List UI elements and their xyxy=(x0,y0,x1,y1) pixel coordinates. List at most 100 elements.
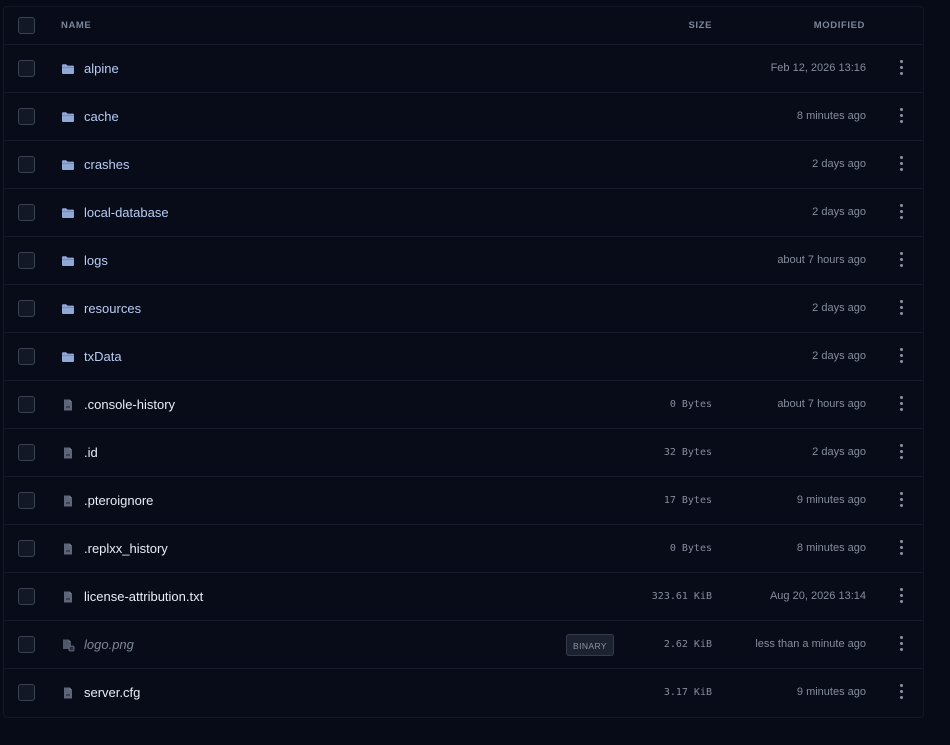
menu-dot xyxy=(900,252,903,255)
file-row[interactable]: .replxx_history 0 Bytes 8 minutes ago xyxy=(4,525,923,573)
file-size: 2.62 KiB xyxy=(663,639,712,650)
menu-dot xyxy=(900,258,903,261)
file-row[interactable]: local-database 2 days ago xyxy=(4,189,923,237)
file-row[interactable]: txData 2 days ago xyxy=(4,333,923,381)
row-checkbox[interactable] xyxy=(18,588,35,605)
file-row[interactable]: .console-history 0 Bytes about 7 hours ago xyxy=(4,381,923,429)
file-name-link[interactable]: server.cfg xyxy=(84,685,140,700)
menu-dot xyxy=(900,204,903,207)
more-options-icon[interactable] xyxy=(893,585,909,605)
select-all-checkbox[interactable] xyxy=(18,17,35,34)
more-options-icon[interactable] xyxy=(893,57,909,77)
folder-name-link[interactable]: cache xyxy=(84,109,119,124)
file-name-link[interactable]: .pteroignore xyxy=(84,493,153,508)
file-row[interactable]: license-attribution.txt 323.61 KiB Aug 20,… xyxy=(4,573,923,621)
folder-name-link[interactable]: resources xyxy=(84,301,141,316)
more-options-icon[interactable] xyxy=(893,105,909,125)
menu-dot xyxy=(900,60,903,63)
more-options-icon[interactable] xyxy=(893,201,909,221)
size-column-header[interactable]: SIZE xyxy=(688,20,712,31)
menu-dot xyxy=(900,108,903,111)
file-row[interactable]: alpine Feb 12, 2026 13:16 xyxy=(4,45,923,93)
more-options-icon[interactable] xyxy=(893,489,909,509)
more-options-icon[interactable] xyxy=(893,345,909,365)
menu-dot xyxy=(900,408,903,411)
file-name-link[interactable]: .console-history xyxy=(84,397,175,412)
row-checkbox[interactable] xyxy=(18,348,35,365)
menu-dot xyxy=(900,648,903,651)
folder-icon xyxy=(61,254,75,268)
file-icon xyxy=(61,542,75,556)
row-checkbox[interactable] xyxy=(18,300,35,317)
more-options-icon[interactable] xyxy=(893,441,909,461)
menu-dot xyxy=(900,696,903,699)
menu-dot xyxy=(900,396,903,399)
more-options-icon[interactable] xyxy=(893,249,909,269)
file-name-link[interactable]: .replxx_history xyxy=(84,541,168,556)
modified-date: 2 days ago xyxy=(812,446,866,458)
table-header: NAME SIZE MODIFIED xyxy=(4,7,923,45)
row-checkbox[interactable] xyxy=(18,444,35,461)
file-table: NAME SIZE MODIFIED alpine Feb 12, 2026 13… xyxy=(3,6,924,718)
menu-dot xyxy=(900,642,903,645)
row-checkbox[interactable] xyxy=(18,492,35,509)
menu-dot xyxy=(900,72,903,75)
row-checkbox[interactable] xyxy=(18,108,35,125)
folder-name-link[interactable]: txData xyxy=(84,349,122,364)
file-row[interactable]: server.cfg 3.17 KiB 9 minutes ago xyxy=(4,669,923,717)
file-row[interactable]: crashes 2 days ago xyxy=(4,141,923,189)
menu-dot xyxy=(900,450,903,453)
modified-date: Feb 12, 2026 13:16 xyxy=(770,62,866,74)
file-row[interactable]: logs about 7 hours ago xyxy=(4,237,923,285)
more-options-icon[interactable] xyxy=(893,153,909,173)
menu-dot xyxy=(900,690,903,693)
more-options-icon[interactable] xyxy=(893,633,909,653)
menu-dot xyxy=(900,588,903,591)
menu-dot xyxy=(900,546,903,549)
name-column-header[interactable]: NAME xyxy=(61,20,91,31)
row-checkbox[interactable] xyxy=(18,636,35,653)
folder-name-link[interactable]: local-database xyxy=(84,205,169,220)
file-size: 17 Bytes xyxy=(663,495,712,506)
row-checkbox[interactable] xyxy=(18,252,35,269)
file-size: 32 Bytes xyxy=(663,447,712,458)
menu-dot xyxy=(900,348,903,351)
more-options-icon[interactable] xyxy=(893,681,909,701)
menu-dot xyxy=(900,354,903,357)
folder-name-link[interactable]: alpine xyxy=(84,61,119,76)
file-name-link[interactable]: logo.png xyxy=(84,637,134,652)
menu-dot xyxy=(900,162,903,165)
more-options-icon[interactable] xyxy=(893,537,909,557)
file-row[interactable]: logo.png BINARY 2.62 KiB less than a minute… xyxy=(4,621,923,669)
menu-dot xyxy=(900,114,903,117)
row-checkbox[interactable] xyxy=(18,540,35,557)
row-checkbox[interactable] xyxy=(18,60,35,77)
folder-name-link[interactable]: crashes xyxy=(84,157,130,172)
file-size: 0 Bytes xyxy=(669,399,712,410)
row-checkbox[interactable] xyxy=(18,684,35,701)
file-size: 0 Bytes xyxy=(669,543,712,554)
menu-dot xyxy=(900,492,903,495)
modified-date: 2 days ago xyxy=(812,350,866,362)
file-row[interactable]: .id 32 Bytes 2 days ago xyxy=(4,429,923,477)
row-checkbox[interactable] xyxy=(18,156,35,173)
modified-date: 2 days ago xyxy=(812,206,866,218)
menu-dot xyxy=(900,156,903,159)
row-checkbox[interactable] xyxy=(18,204,35,221)
file-name-link[interactable]: license-attribution.txt xyxy=(84,589,203,604)
file-name-link[interactable]: .id xyxy=(84,445,98,460)
more-options-icon[interactable] xyxy=(893,393,909,413)
menu-dot xyxy=(900,540,903,543)
menu-dot xyxy=(900,300,903,303)
folder-name-link[interactable]: logs xyxy=(84,253,108,268)
menu-dot xyxy=(900,264,903,267)
more-options-icon[interactable] xyxy=(893,297,909,317)
modified-column-header[interactable]: MODIFIED xyxy=(814,20,865,31)
modified-date: 8 minutes ago xyxy=(796,110,866,122)
file-row[interactable]: .pteroignore 17 Bytes 9 minutes ago xyxy=(4,477,923,525)
modified-date: 2 days ago xyxy=(812,302,866,314)
folder-icon xyxy=(61,350,75,364)
row-checkbox[interactable] xyxy=(18,396,35,413)
file-row[interactable]: resources 2 days ago xyxy=(4,285,923,333)
file-row[interactable]: cache 8 minutes ago xyxy=(4,93,923,141)
